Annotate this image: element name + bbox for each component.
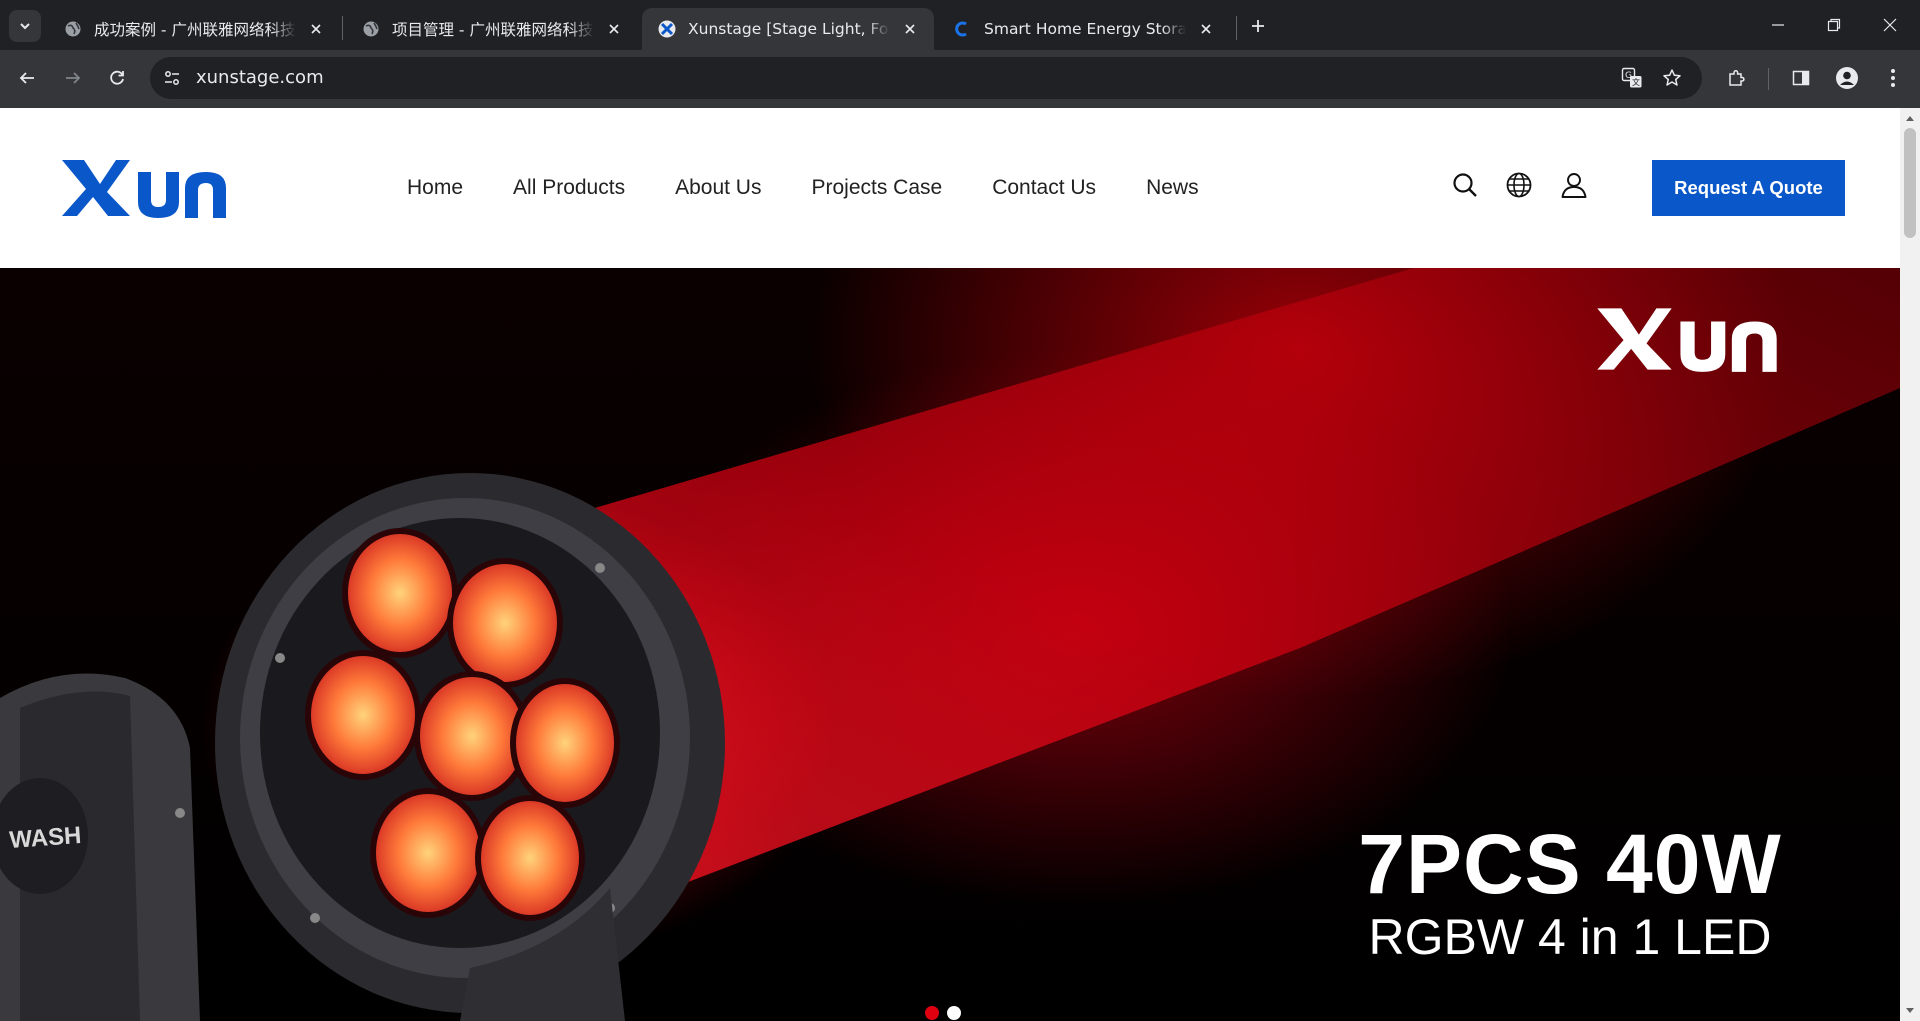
minimize-button[interactable] [1750,0,1806,50]
scroll-thumb[interactable] [1904,128,1916,238]
globe-icon [1506,172,1532,198]
scroll-up-icon[interactable] [1904,112,1916,124]
nav-news[interactable]: News [1146,176,1199,200]
extensions-button[interactable] [1720,61,1754,95]
tab-divider [1236,16,1237,40]
menu-button[interactable] [1876,61,1910,95]
account-button[interactable] [1557,168,1591,202]
nav-all-products[interactable]: All Products [513,176,625,200]
tab-smart-home[interactable]: Smart Home Energy Storage [938,8,1230,50]
avatar-icon [1836,67,1858,89]
svg-text:文: 文 [1632,77,1640,87]
site-info-button[interactable] [158,64,186,92]
c-favicon-icon [954,20,972,38]
restore-button[interactable] [1806,0,1862,50]
hero-slider: WASH 7PCS 40W RGBW 4 in 1 LED [0,268,1900,1021]
close-icon [1883,18,1897,32]
address-bar[interactable]: xunstage.com G文 [150,57,1702,99]
globe-icon [64,20,82,38]
arrow-right-icon [66,72,81,84]
close-icon[interactable] [604,19,624,39]
slider-dot-2[interactable] [947,1006,961,1020]
tab-divider [342,16,343,40]
tune-icon [165,71,179,85]
close-window-button[interactable] [1862,0,1918,50]
globe-icon [362,20,380,38]
nav-projects-case[interactable]: Projects Case [811,176,942,200]
xun-logo-icon [1597,308,1777,372]
tab-title: 成功案例 - 广州联雅网络科技有限公司 [94,21,296,39]
slider-dot-1[interactable] [925,1006,939,1020]
side-panel-button[interactable] [1784,61,1818,95]
close-icon[interactable] [900,19,920,39]
back-button[interactable] [10,61,44,95]
scroll-down-icon[interactable] [1904,1005,1916,1017]
browser-tabstrip: 成功案例 - 广州联雅网络科技有限公司 项目管理 - 广州联雅网络科技有限公司 … [0,0,1920,50]
tab-success-cases[interactable]: 成功案例 - 广州联雅网络科技有限公司 [48,8,340,50]
close-icon[interactable] [1196,19,1216,39]
profile-button[interactable] [1830,61,1864,95]
minimize-icon [1772,24,1784,26]
url-text[interactable]: xunstage.com [196,57,324,99]
restore-icon [1827,18,1841,32]
language-button[interactable] [1502,168,1536,202]
side-panel-icon [1792,70,1810,86]
xun-logo-icon [62,160,226,218]
nav-home[interactable]: Home [407,176,463,200]
puzzle-icon [1729,69,1745,86]
reload-button[interactable] [100,61,134,95]
browser-toolbar: xunstage.com G文 [0,50,1920,108]
tab-project-management[interactable]: 项目管理 - 广州联雅网络科技有限公司 [346,8,638,50]
search-icon [1453,173,1477,197]
tab-title: 项目管理 - 广州联雅网络科技有限公司 [392,21,594,39]
page-scrollbar[interactable] [1900,108,1920,1021]
request-quote-button[interactable]: Request A Quote [1652,160,1845,216]
bookmark-button[interactable] [1658,64,1686,92]
chevron-down-icon [20,23,30,30]
hero-headline: 7PCS 40W [1358,817,1782,911]
arrow-left-icon [19,72,34,84]
translate-button[interactable]: G文 [1618,64,1646,92]
forward-button[interactable] [56,61,90,95]
tab-xunstage[interactable]: Xunstage [Stage Light, Fog , Special Eff… [642,8,934,50]
new-tab-button[interactable] [1244,12,1272,40]
tab-title: Xunstage [Stage Light, Fog , Special Eff… [688,20,890,38]
search-button[interactable] [1448,168,1482,202]
translate-icon: G文 [1621,67,1642,88]
tab-search-button[interactable] [9,10,41,42]
hero-brand-logo [1592,304,1782,374]
reload-icon [110,70,124,85]
fixture-label: WASH [9,822,83,854]
close-icon[interactable] [306,19,326,39]
more-vert-icon [1891,69,1895,87]
tab-title: Smart Home Energy Storage [984,20,1186,38]
slider-pagination [925,1006,961,1020]
nav-about-us[interactable]: About Us [675,176,761,200]
page-viewport: Home All Products About Us Projects Case… [0,108,1920,1021]
hero-subline: RGBW 4 in 1 LED [1368,909,1772,965]
site-header: Home All Products About Us Projects Case… [0,108,1900,268]
plus-icon [1252,20,1264,32]
user-icon [1561,173,1587,198]
star-icon [1663,69,1681,86]
xun-favicon-icon [658,20,676,38]
main-nav: Home All Products About Us Projects Case… [407,108,1249,268]
nav-contact-us[interactable]: Contact Us [992,176,1096,200]
toolbar-divider [1768,68,1769,90]
site-logo[interactable] [60,156,228,220]
